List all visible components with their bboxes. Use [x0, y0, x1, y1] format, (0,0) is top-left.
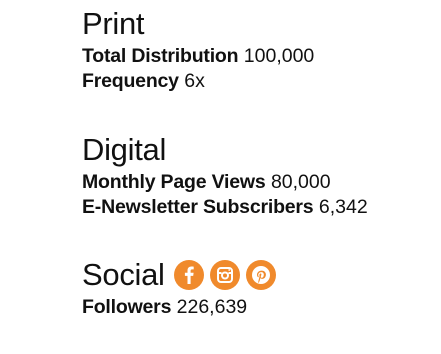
stat-value: 6x: [184, 70, 205, 92]
stat-label: E-Newsletter Subscribers: [82, 196, 314, 218]
monthly-page-views-stat: Monthly Page Views 80,000: [82, 170, 368, 195]
digital-section: Digital Monthly Page Views 80,000 E-News…: [82, 130, 368, 220]
stat-label: Monthly Page Views: [82, 171, 266, 193]
stat-label: Followers: [82, 296, 172, 318]
print-section: Print Total Distribution 100,000 Frequen…: [82, 4, 314, 94]
stat-value: 6,342: [318, 196, 368, 218]
social-heading: Social: [82, 257, 165, 292]
stat-value: 80,000: [270, 171, 331, 193]
stat-value: 100,000: [243, 45, 315, 67]
stat-value: 226,639: [176, 296, 248, 318]
stat-label: Frequency: [82, 70, 179, 92]
social-icons: [173, 260, 276, 290]
social-section: Social Followers 226,639: [82, 255, 276, 320]
digital-heading: Digital: [82, 132, 167, 167]
followers-stat: Followers 226,639: [82, 295, 276, 320]
social-heading-row: Social: [82, 255, 276, 295]
stat-label: Total Distribution: [82, 45, 239, 67]
enewsletter-subscribers-stat: E-Newsletter Subscribers 6,342: [82, 195, 368, 220]
facebook-icon[interactable]: [173, 260, 204, 290]
instagram-icon[interactable]: [209, 260, 240, 290]
pinterest-icon[interactable]: [245, 260, 276, 290]
print-heading: Print: [82, 6, 145, 41]
frequency-stat: Frequency 6x: [82, 69, 314, 94]
total-distribution-stat: Total Distribution 100,000: [82, 44, 314, 69]
